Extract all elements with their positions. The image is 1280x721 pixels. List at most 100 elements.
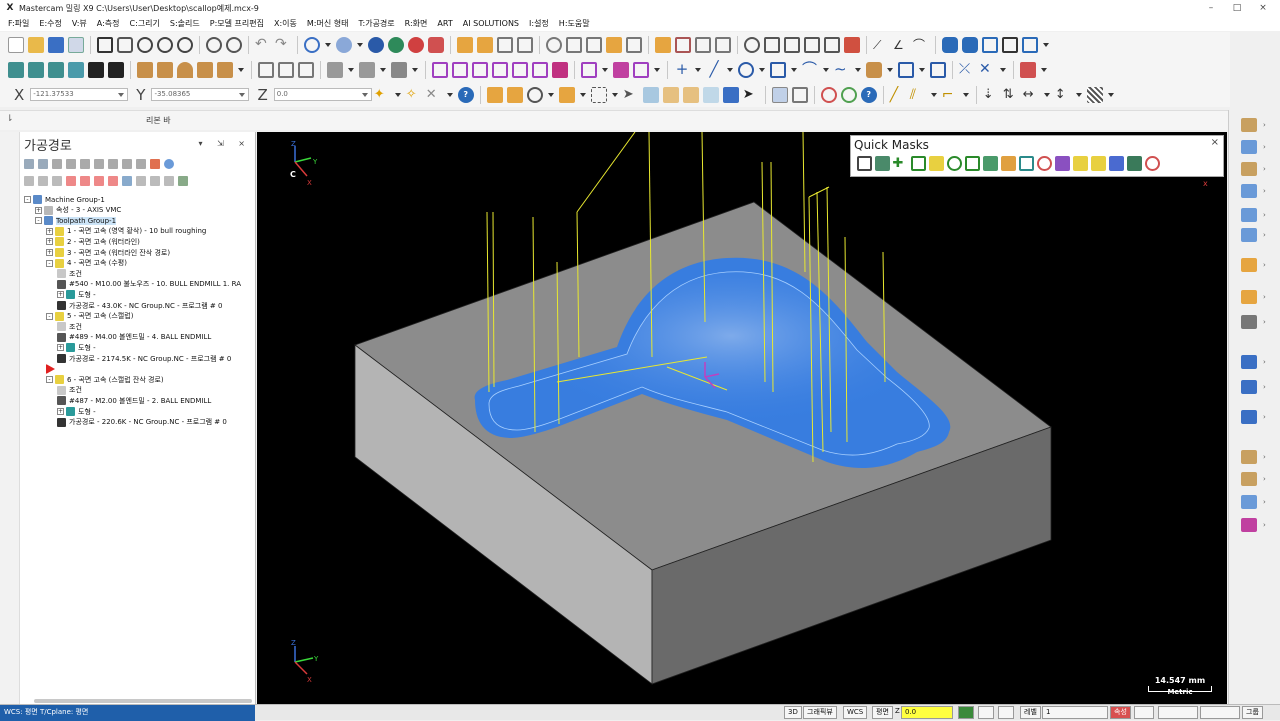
tree-node[interactable]: - Machine Group-1	[24, 194, 105, 205]
tree-node[interactable]: +1 - 곡면 고속 (영역 황삭) - 10 bull roughing	[46, 226, 206, 237]
tree-node[interactable]: #489 - M4.00 볼엔드밀 - 4. BALL ENDMILL	[57, 332, 211, 343]
face-select-icon[interactable]	[682, 86, 699, 103]
gear-icon[interactable]	[942, 36, 958, 53]
ab-icon[interactable]: ⇅	[1003, 87, 1019, 103]
tree-node[interactable]: 조건	[57, 385, 82, 396]
pencil-icon[interactable]	[1241, 315, 1257, 329]
cylinder-icon[interactable]	[157, 61, 173, 78]
redo-icon[interactable]: ↷	[275, 37, 291, 53]
stripes-icon[interactable]	[804, 36, 820, 53]
close-button[interactable]: ×	[1250, 0, 1276, 16]
line-width-select[interactable]	[1200, 706, 1240, 719]
chevron-down-icon[interactable]	[855, 67, 861, 72]
analyze-icon[interactable]	[546, 36, 562, 53]
line-style-icon[interactable]: ⫽	[910, 87, 926, 103]
color-cube-icon[interactable]	[1241, 518, 1257, 532]
move-to-level-icon[interactable]	[477, 36, 493, 53]
attributes-button[interactable]: 속성	[1110, 706, 1131, 719]
select-only-icon[interactable]	[506, 86, 523, 103]
chevron-right-icon[interactable]: ›	[1263, 318, 1266, 326]
chevron-right-icon[interactable]: ›	[1263, 211, 1266, 219]
chevron-right-icon[interactable]: ›	[1263, 358, 1266, 366]
menu-file[interactable]: F:파일	[8, 18, 29, 29]
z-coord-input[interactable]: 0.0	[273, 88, 372, 101]
mask-style-icon[interactable]	[1090, 156, 1106, 171]
break-icon[interactable]	[517, 36, 533, 53]
mask-surfaces-icon[interactable]	[874, 156, 890, 171]
mask-lines-icon[interactable]	[856, 156, 872, 171]
scroll-to-insert-icon[interactable]	[122, 176, 132, 186]
stock-icon[interactable]	[655, 36, 671, 53]
insert-after-icon[interactable]	[94, 176, 104, 186]
line-width-icon[interactable]: ╱	[890, 87, 906, 103]
surface-fillet-icon[interactable]	[278, 61, 294, 78]
chevron-down-icon[interactable]	[930, 92, 937, 97]
level-manager-icon[interactable]	[978, 706, 994, 719]
show-selected-icon[interactable]	[136, 176, 146, 186]
mask-reset-icon[interactable]	[1144, 156, 1160, 171]
rotate-icon[interactable]	[452, 61, 468, 78]
solid-modify-icon[interactable]	[1020, 61, 1036, 78]
chevron-down-icon[interactable]	[887, 67, 893, 72]
help-icon[interactable]: ?	[457, 86, 474, 103]
expand-icon[interactable]: +	[57, 344, 64, 352]
frame-icon[interactable]	[784, 36, 800, 53]
view-3d-button[interactable]: 3D	[784, 706, 802, 719]
mask-icon[interactable]	[771, 86, 788, 103]
point-style-select[interactable]	[1134, 706, 1154, 719]
parallel-icon[interactable]	[1241, 228, 1257, 242]
stock-block-icon[interactable]	[1241, 450, 1257, 464]
expand-icon[interactable]: +	[46, 249, 53, 256]
material-icon[interactable]	[428, 36, 444, 53]
chevron-down-icon[interactable]	[412, 67, 418, 72]
chevron-down-icon[interactable]	[823, 67, 829, 72]
help-circle-icon[interactable]: ?	[860, 86, 877, 103]
cross-snap-icon[interactable]: ✕	[426, 87, 442, 103]
contour-icon[interactable]	[1241, 184, 1257, 198]
hatch-icon[interactable]	[1086, 86, 1103, 103]
horizontal-dim-icon[interactable]: ↔	[1023, 87, 1039, 103]
zoom-selected-icon[interactable]	[177, 36, 193, 53]
tree-node[interactable]: +3 - 곡면 고속 (워터라인 잔삭 경로)	[46, 247, 170, 258]
save-icon[interactable]	[48, 36, 64, 53]
surface-split-icon[interactable]	[391, 61, 407, 78]
cone-icon[interactable]	[177, 61, 193, 78]
solid-revolve-icon[interactable]	[48, 61, 64, 78]
fit-view-icon[interactable]	[97, 36, 113, 53]
chevron-down-icon[interactable]	[1041, 67, 1047, 72]
trim-break-icon[interactable]: ⤫	[959, 61, 975, 78]
pin-icon[interactable]: ⇂	[6, 114, 14, 124]
solid-extrude-icon[interactable]	[28, 61, 44, 78]
spline-icon[interactable]: ∼	[834, 61, 850, 78]
chevron-down-icon[interactable]	[446, 92, 453, 97]
zoom-in-icon[interactable]	[157, 36, 173, 53]
chevron-right-icon[interactable]: ›	[1263, 413, 1266, 421]
auto-cursor-icon[interactable]: ✦	[374, 87, 390, 103]
mirror-icon[interactable]	[472, 61, 488, 78]
point-style-icon[interactable]: ⌐	[942, 87, 958, 103]
copy-icon[interactable]	[695, 36, 711, 53]
tree-node[interactable]: + 도형 -	[57, 342, 96, 353]
tree-node[interactable]: - 4 - 곡면 고속 (수평)	[46, 258, 127, 269]
tree-node[interactable]: - 5 - 곡면 고속 (스캘럽)	[46, 311, 133, 322]
chevron-right-icon[interactable]: ›	[1263, 261, 1266, 269]
chevron-right-icon[interactable]: ›	[1263, 231, 1266, 239]
toggle-post-icon[interactable]	[52, 176, 62, 186]
chevron-down-icon[interactable]	[238, 67, 244, 72]
check-circle-icon[interactable]	[840, 86, 857, 103]
color-swatch[interactable]	[958, 706, 974, 719]
chevron-down-icon[interactable]	[1043, 42, 1049, 47]
surface-icon[interactable]	[258, 61, 274, 78]
mask-arcs-icon[interactable]	[946, 156, 962, 171]
waterline-icon[interactable]	[1241, 208, 1257, 222]
chevron-right-icon[interactable]: ›	[1263, 165, 1266, 173]
mask-clear-icon[interactable]	[1036, 156, 1052, 171]
chevron-right-icon[interactable]: ›	[1263, 143, 1266, 151]
solid-select-icon[interactable]	[662, 86, 679, 103]
layout-icon[interactable]	[1022, 36, 1038, 53]
chevron-down-icon[interactable]	[348, 67, 354, 72]
chevron-down-icon[interactable]	[357, 42, 363, 47]
tree-node[interactable]	[46, 364, 58, 375]
network-icon[interactable]	[1241, 410, 1257, 424]
formula-icon[interactable]	[1002, 36, 1018, 53]
